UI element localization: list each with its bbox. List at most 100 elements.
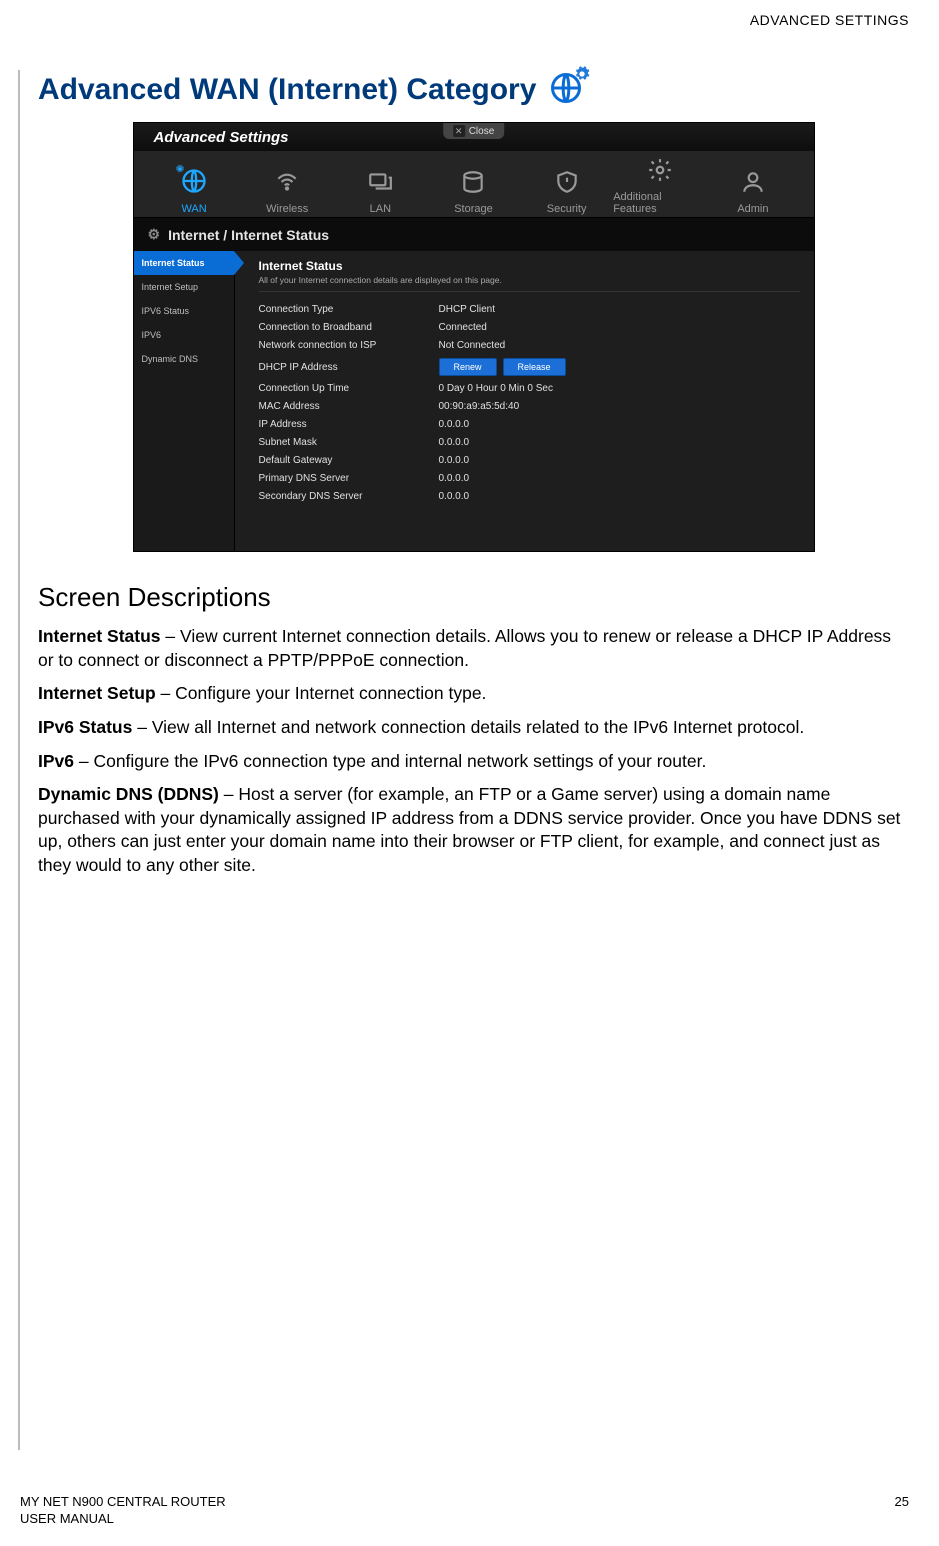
footer-left: MY NET N900 CENTRAL ROUTER USER MANUAL: [20, 1494, 226, 1528]
tab-storage[interactable]: Storage: [427, 169, 520, 215]
tab-label: Admin: [737, 203, 768, 215]
window-titlebar: Advanced Settings ✕ Close: [134, 123, 814, 151]
row-label: Network connection to ISP: [259, 340, 439, 351]
release-button[interactable]: Release: [503, 358, 566, 376]
globe-icon: [180, 167, 208, 199]
tab-wireless[interactable]: Wireless: [241, 169, 334, 215]
status-row: Connection to BroadbandConnected: [259, 322, 800, 333]
description-text: – Configure your Internet connection typ…: [156, 683, 487, 703]
sidebar-item-internet-status[interactable]: Internet Status: [134, 251, 234, 275]
sidebar-item-dynamic-dns[interactable]: Dynamic DNS: [134, 347, 234, 371]
close-label: Close: [469, 126, 495, 137]
row-value: 00:90:a9:a5:5d:40: [439, 401, 520, 412]
row-label: Default Gateway: [259, 455, 439, 466]
tab-label: Additional Features: [613, 191, 706, 215]
close-button[interactable]: ✕ Close: [443, 123, 505, 139]
breadcrumb: ⚙ Internet / Internet Status: [134, 218, 814, 251]
section-title-text: Advanced WAN (Internet) Category: [38, 73, 536, 107]
shield-icon: [554, 169, 580, 199]
tab-wan[interactable]: WAN: [148, 167, 241, 215]
row-label: Secondary DNS Server: [259, 491, 439, 502]
row-label: Subnet Mask: [259, 437, 439, 448]
close-icon: ✕: [453, 125, 465, 137]
description-paragraph: Internet Setup – Configure your Internet…: [38, 682, 909, 706]
tab-label: Wireless: [266, 203, 308, 215]
sidebar-item-ipv6-status[interactable]: IPV6 Status: [134, 299, 234, 323]
tab-label: LAN: [370, 203, 391, 215]
description-paragraph: IPv6 – Configure the IPv6 connection typ…: [38, 750, 909, 774]
router-ui-screenshot: Advanced Settings ✕ Close WAN Wireless LAN…: [133, 122, 815, 552]
row-label: IP Address: [259, 419, 439, 430]
main-panel: Internet Status All of your Internet con…: [235, 251, 814, 551]
status-row: Subnet Mask0.0.0.0: [259, 437, 800, 448]
gear-icon: [647, 157, 673, 187]
description-text: – Configure the IPv6 connection type and…: [74, 751, 706, 771]
footer-product: MY NET N900 CENTRAL ROUTER: [20, 1494, 226, 1509]
tab-label: WAN: [181, 203, 206, 215]
status-row: MAC Address00:90:a9:a5:5d:40: [259, 401, 800, 412]
globe-gear-icon: [548, 70, 588, 110]
tab-label: Security: [547, 203, 587, 215]
description-term: IPv6: [38, 751, 74, 771]
status-row: IP Address0.0.0.0: [259, 419, 800, 430]
tab-lan[interactable]: LAN: [334, 169, 427, 215]
status-row: Network connection to ISPNot Connected: [259, 340, 800, 351]
description-paragraph: IPv6 Status – View all Internet and netw…: [38, 716, 909, 740]
sidebar-item-ipv6[interactable]: IPV6: [134, 323, 234, 347]
row-label: MAC Address: [259, 401, 439, 412]
screenshot-body: Internet StatusInternet SetupIPV6 Status…: [134, 251, 814, 551]
renew-button[interactable]: Renew: [439, 358, 497, 376]
description-paragraph: Internet Status – View current Internet …: [38, 625, 909, 672]
breadcrumb-text: Internet / Internet Status: [168, 227, 329, 243]
tab-label: Storage: [454, 203, 493, 215]
status-row: DHCP IP AddressRenew Release: [259, 358, 800, 376]
window-title: Advanced Settings: [154, 129, 289, 146]
row-value: DHCP Client: [439, 304, 496, 315]
sidebar: Internet StatusInternet SetupIPV6 Status…: [134, 251, 235, 551]
description-term: IPv6 Status: [38, 717, 132, 737]
description-text: – View all Internet and network connecti…: [132, 717, 804, 737]
monitor-icon: [367, 169, 393, 199]
description-term: Internet Status: [38, 626, 161, 646]
panel-title: Internet Status: [259, 259, 800, 273]
row-value: 0.0.0.0: [439, 437, 470, 448]
row-value: 0.0.0.0: [439, 455, 470, 466]
status-row: Default Gateway0.0.0.0: [259, 455, 800, 466]
row-label: Connection Type: [259, 304, 439, 315]
top-nav-tabs: WAN Wireless LAN Storage Security Additional …: [134, 151, 814, 218]
row-value: 0 Day 0 Hour 0 Min 0 Sec: [439, 383, 554, 394]
row-value: Not Connected: [439, 340, 506, 351]
panel-subtitle: All of your Internet connection details …: [259, 275, 800, 292]
footer-manual: USER MANUAL: [20, 1511, 114, 1526]
description-text: – View current Internet connection detai…: [38, 626, 891, 670]
user-icon: [740, 169, 766, 199]
row-label: Primary DNS Server: [259, 473, 439, 484]
row-label: Connection Up Time: [259, 383, 439, 394]
row-label: DHCP IP Address: [259, 362, 439, 373]
page-header: ADVANCED SETTINGS: [750, 12, 909, 28]
section-title-row: Advanced WAN (Internet) Category: [38, 70, 909, 110]
tab-additional-features[interactable]: Additional Features: [613, 157, 706, 215]
status-row: Secondary DNS Server0.0.0.0: [259, 491, 800, 502]
status-row: Connection TypeDHCP Client: [259, 304, 800, 315]
description-paragraph: Dynamic DNS (DDNS) – Host a server (for …: [38, 783, 909, 878]
status-row: Connection Up Time0 Day 0 Hour 0 Min 0 S…: [259, 383, 800, 394]
row-label: Connection to Broadband: [259, 322, 439, 333]
tab-security[interactable]: Security: [520, 169, 613, 215]
row-value: Connected: [439, 322, 487, 333]
gear-icon: ⚙: [148, 226, 161, 243]
doc-heading: Screen Descriptions: [38, 582, 909, 613]
hdd-icon: [460, 169, 486, 199]
row-value: Renew Release: [439, 358, 572, 376]
description-term: Internet Setup: [38, 683, 156, 703]
row-value: 0.0.0.0: [439, 473, 470, 484]
tab-admin[interactable]: Admin: [706, 169, 799, 215]
page-number: 25: [895, 1494, 909, 1528]
sidebar-item-internet-setup[interactable]: Internet Setup: [134, 275, 234, 299]
wifi-icon: [274, 169, 300, 199]
status-row: Primary DNS Server0.0.0.0: [259, 473, 800, 484]
description-term: Dynamic DNS (DDNS): [38, 784, 219, 804]
row-value: 0.0.0.0: [439, 491, 470, 502]
content-area: Advanced WAN (Internet) Category Advance…: [18, 70, 909, 1450]
row-value: 0.0.0.0: [439, 419, 470, 430]
